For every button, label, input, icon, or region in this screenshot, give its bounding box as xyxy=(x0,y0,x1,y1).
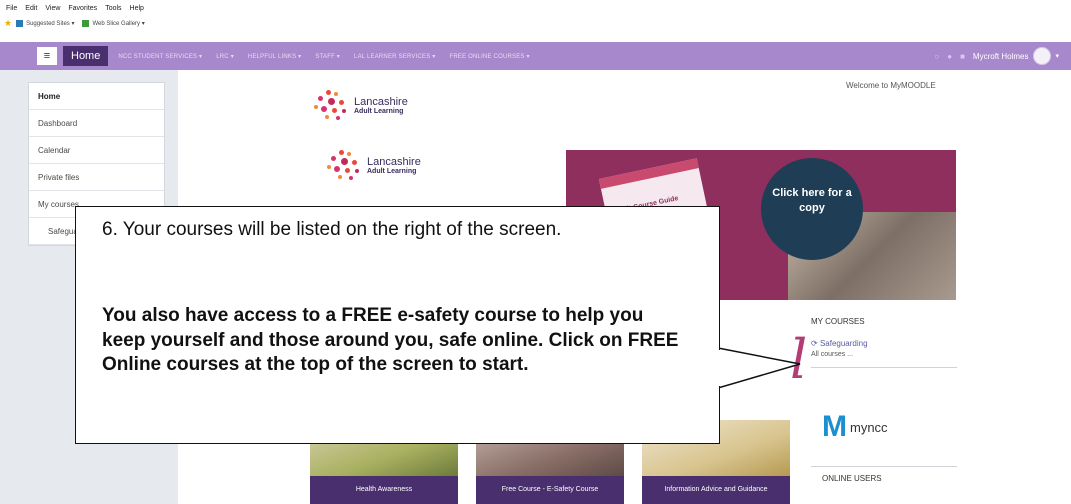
messages-icon[interactable]: ■ xyxy=(960,52,965,61)
welcome-text: Welcome to MyMOODLE xyxy=(846,81,936,90)
browser-menubar: File Edit View Favorites Tools Help xyxy=(0,0,1071,16)
course-link-label: Safeguarding xyxy=(819,339,868,348)
fav-web-slice-gallery[interactable]: Web Slice Gallery ▾ xyxy=(82,19,145,27)
instruction-callout: 6. Your courses will be listed on the ri… xyxy=(75,206,720,444)
callout-joint xyxy=(719,350,722,386)
avatar[interactable] xyxy=(1033,47,1052,65)
suggested-sites-icon xyxy=(16,19,24,27)
nav-lrc[interactable]: LRC ▾ xyxy=(216,53,234,60)
chevron-down-icon[interactable]: ▾ xyxy=(1055,52,1059,60)
divider xyxy=(811,367,957,368)
tile-caption: Free Course - E-Safety Course xyxy=(476,476,624,504)
nav-helpful-links[interactable]: HELPFUL LINKS ▾ xyxy=(248,53,301,60)
user-area: ○ ● ■ Mycroft Holmes ▾ xyxy=(934,42,1059,70)
nav-menu: NCC STUDENT SERVICES ▾ LRC ▾ HELPFUL LIN… xyxy=(118,53,543,60)
myncc-logo[interactable]: M myncc xyxy=(822,412,888,442)
notifications-icon[interactable]: ● xyxy=(947,52,952,61)
fav-suggested-sites-label: Suggested Sites ▾ xyxy=(26,20,75,27)
lancashire-logo-2: Lancashire Adult Learning xyxy=(325,148,421,184)
menu-file[interactable]: File xyxy=(6,5,17,12)
search-icon[interactable]: ○ xyxy=(934,52,939,61)
home-button[interactable]: Home xyxy=(63,46,109,66)
logo-dots-icon xyxy=(325,148,365,184)
sidebar-item-dashboard[interactable]: Dashboard xyxy=(29,110,164,137)
callout-step-text: 6. Your courses will be listed on the ri… xyxy=(102,219,562,240)
logo-subtitle: Adult Learning xyxy=(367,168,417,175)
menu-favorites[interactable]: Favorites xyxy=(68,5,97,12)
logo-title: Lancashire xyxy=(354,96,408,108)
nav-lal-learner-services[interactable]: LAL LEARNER SERVICES ▾ xyxy=(354,53,435,60)
tile-caption: Information Advice and Guidance xyxy=(642,476,790,504)
moodle-screenshot: File Edit View Favorites Tools Help ★ Su… xyxy=(0,0,1071,504)
nav-ncc-student-services[interactable]: NCC STUDENT SERVICES ▾ xyxy=(118,53,202,60)
my-courses-heading: MY COURSES xyxy=(811,317,865,326)
course-icon: ⟳ xyxy=(811,339,820,348)
decor-letter-l: l xyxy=(790,328,808,391)
nav-free-online-courses[interactable]: FREE ONLINE COURSES ▾ xyxy=(449,53,529,60)
menu-tools[interactable]: Tools xyxy=(105,5,121,12)
logo-dots-icon xyxy=(312,88,352,124)
nav-staff[interactable]: STAFF ▾ xyxy=(315,53,340,60)
online-users-heading: ONLINE USERS xyxy=(822,474,882,483)
logo-subtitle: Adult Learning xyxy=(354,108,404,115)
menu-edit[interactable]: Edit xyxy=(25,5,37,12)
top-navbar: ≡ Home NCC STUDENT SERVICES ▾ LRC ▾ HELP… xyxy=(0,42,1071,70)
logo-title: Lancashire xyxy=(367,156,421,168)
web-slice-icon xyxy=(82,19,90,27)
menu-view[interactable]: View xyxy=(45,5,60,12)
lancashire-logo-1: Lancashire Adult Learning xyxy=(312,88,408,124)
all-courses-link[interactable]: All courses ... xyxy=(811,351,957,358)
myncc-text: myncc xyxy=(850,419,888,435)
my-courses-block: MY COURSES ⟳ Safeguarding All courses ..… xyxy=(811,317,957,368)
myncc-m-icon: M xyxy=(822,410,847,443)
favorites-bar: ★ Suggested Sites ▾ Web Slice Gallery ▾ xyxy=(0,16,1071,30)
sidebar-item-private-files[interactable]: Private files xyxy=(29,164,164,191)
user-name[interactable]: Mycroft Holmes xyxy=(973,52,1029,61)
callout-info-text: You also have access to a FREE e-safety … xyxy=(102,305,679,376)
fav-web-slice-label: Web Slice Gallery ▾ xyxy=(92,20,145,27)
sidebar-item-home[interactable]: Home xyxy=(29,83,164,110)
menu-help[interactable]: Help xyxy=(130,5,144,12)
hamburger-menu-icon[interactable]: ≡ xyxy=(37,47,57,65)
divider xyxy=(811,466,957,467)
banner-click-text[interactable]: Click here for a copy xyxy=(761,186,863,216)
fav-suggested-sites[interactable]: Suggested Sites ▾ xyxy=(16,19,75,27)
favorites-star-icon[interactable]: ★ xyxy=(4,18,12,29)
course-link-safeguarding[interactable]: ⟳ Safeguarding xyxy=(811,339,957,348)
sidebar-item-calendar[interactable]: Calendar xyxy=(29,137,164,164)
tile-caption: Health Awareness xyxy=(310,476,458,504)
